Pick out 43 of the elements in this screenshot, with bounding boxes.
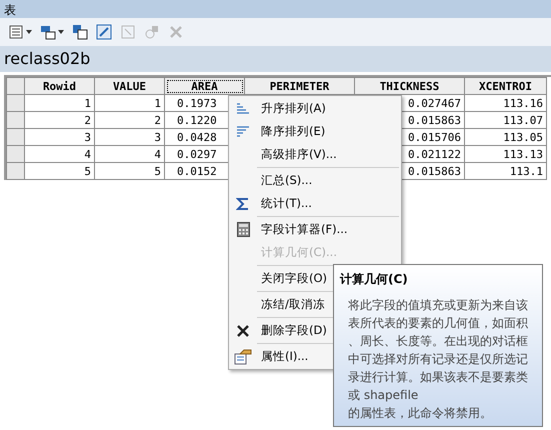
tooltip-title: 计算几何(C) [340, 271, 409, 288]
caret-icon [26, 30, 32, 34]
column-header[interactable]: THICKNESS [354, 78, 464, 94]
table-cell: 1 [94, 94, 164, 112]
list-icon [8, 24, 24, 40]
table-cell: 4 [94, 146, 164, 162]
row-header[interactable] [6, 146, 24, 162]
caret-icon [58, 30, 64, 34]
row-header[interactable] [6, 162, 24, 180]
row-header[interactable] [6, 94, 24, 112]
table-cell: 5 [24, 162, 94, 180]
row-header[interactable] [6, 112, 24, 128]
table-cell: 3 [94, 128, 164, 146]
toolbar-button[interactable] [70, 22, 90, 42]
sigma-icon [236, 196, 250, 210]
column-header[interactable]: VALUE [94, 78, 164, 94]
sort-descending-icon [236, 126, 250, 138]
table-cell: 113.16 [464, 94, 546, 112]
sort-ascending-icon [236, 102, 250, 114]
close-icon [237, 324, 249, 336]
row-header[interactable] [6, 128, 24, 146]
menu-item[interactable]: 字段计算器(F)... [229, 218, 401, 241]
table-cell: 1 [24, 94, 94, 112]
calculator-icon [236, 222, 250, 237]
table-cell: 5 [94, 162, 164, 180]
column-header[interactable]: XCENTROI [464, 78, 546, 94]
close-icon [168, 24, 184, 40]
menu-item[interactable]: 统计(T)... [229, 192, 401, 215]
table-cell: 113.13 [464, 146, 546, 162]
table-cell: 4 [24, 146, 94, 162]
table-cell: 113.05 [464, 128, 546, 146]
row-header[interactable] [6, 78, 24, 94]
column-header[interactable]: Rowid [24, 78, 94, 94]
table-cell: 3 [24, 128, 94, 146]
table-name: reclass02b [0, 46, 551, 72]
tooltip-text: 将此字段的值填充或更新为来自该表所代表的要素的几何值，如面积、周长、长度等。在出现的对话框中可选择对所有记录还是仅所选记录进行计算。如果该表不是要素类或 shapefile 的属性表，此命令将禁用。 [348, 297, 529, 422]
table-cell: 2 [24, 112, 94, 128]
column-header[interactable]: AREA [164, 78, 244, 94]
column-header[interactable]: PERIMETER [244, 78, 354, 94]
table-cell: 113.07 [464, 112, 546, 128]
window-title: 表 [0, 0, 551, 18]
table-cell: 113.1 [464, 162, 546, 180]
table-cell: 2 [94, 112, 164, 128]
